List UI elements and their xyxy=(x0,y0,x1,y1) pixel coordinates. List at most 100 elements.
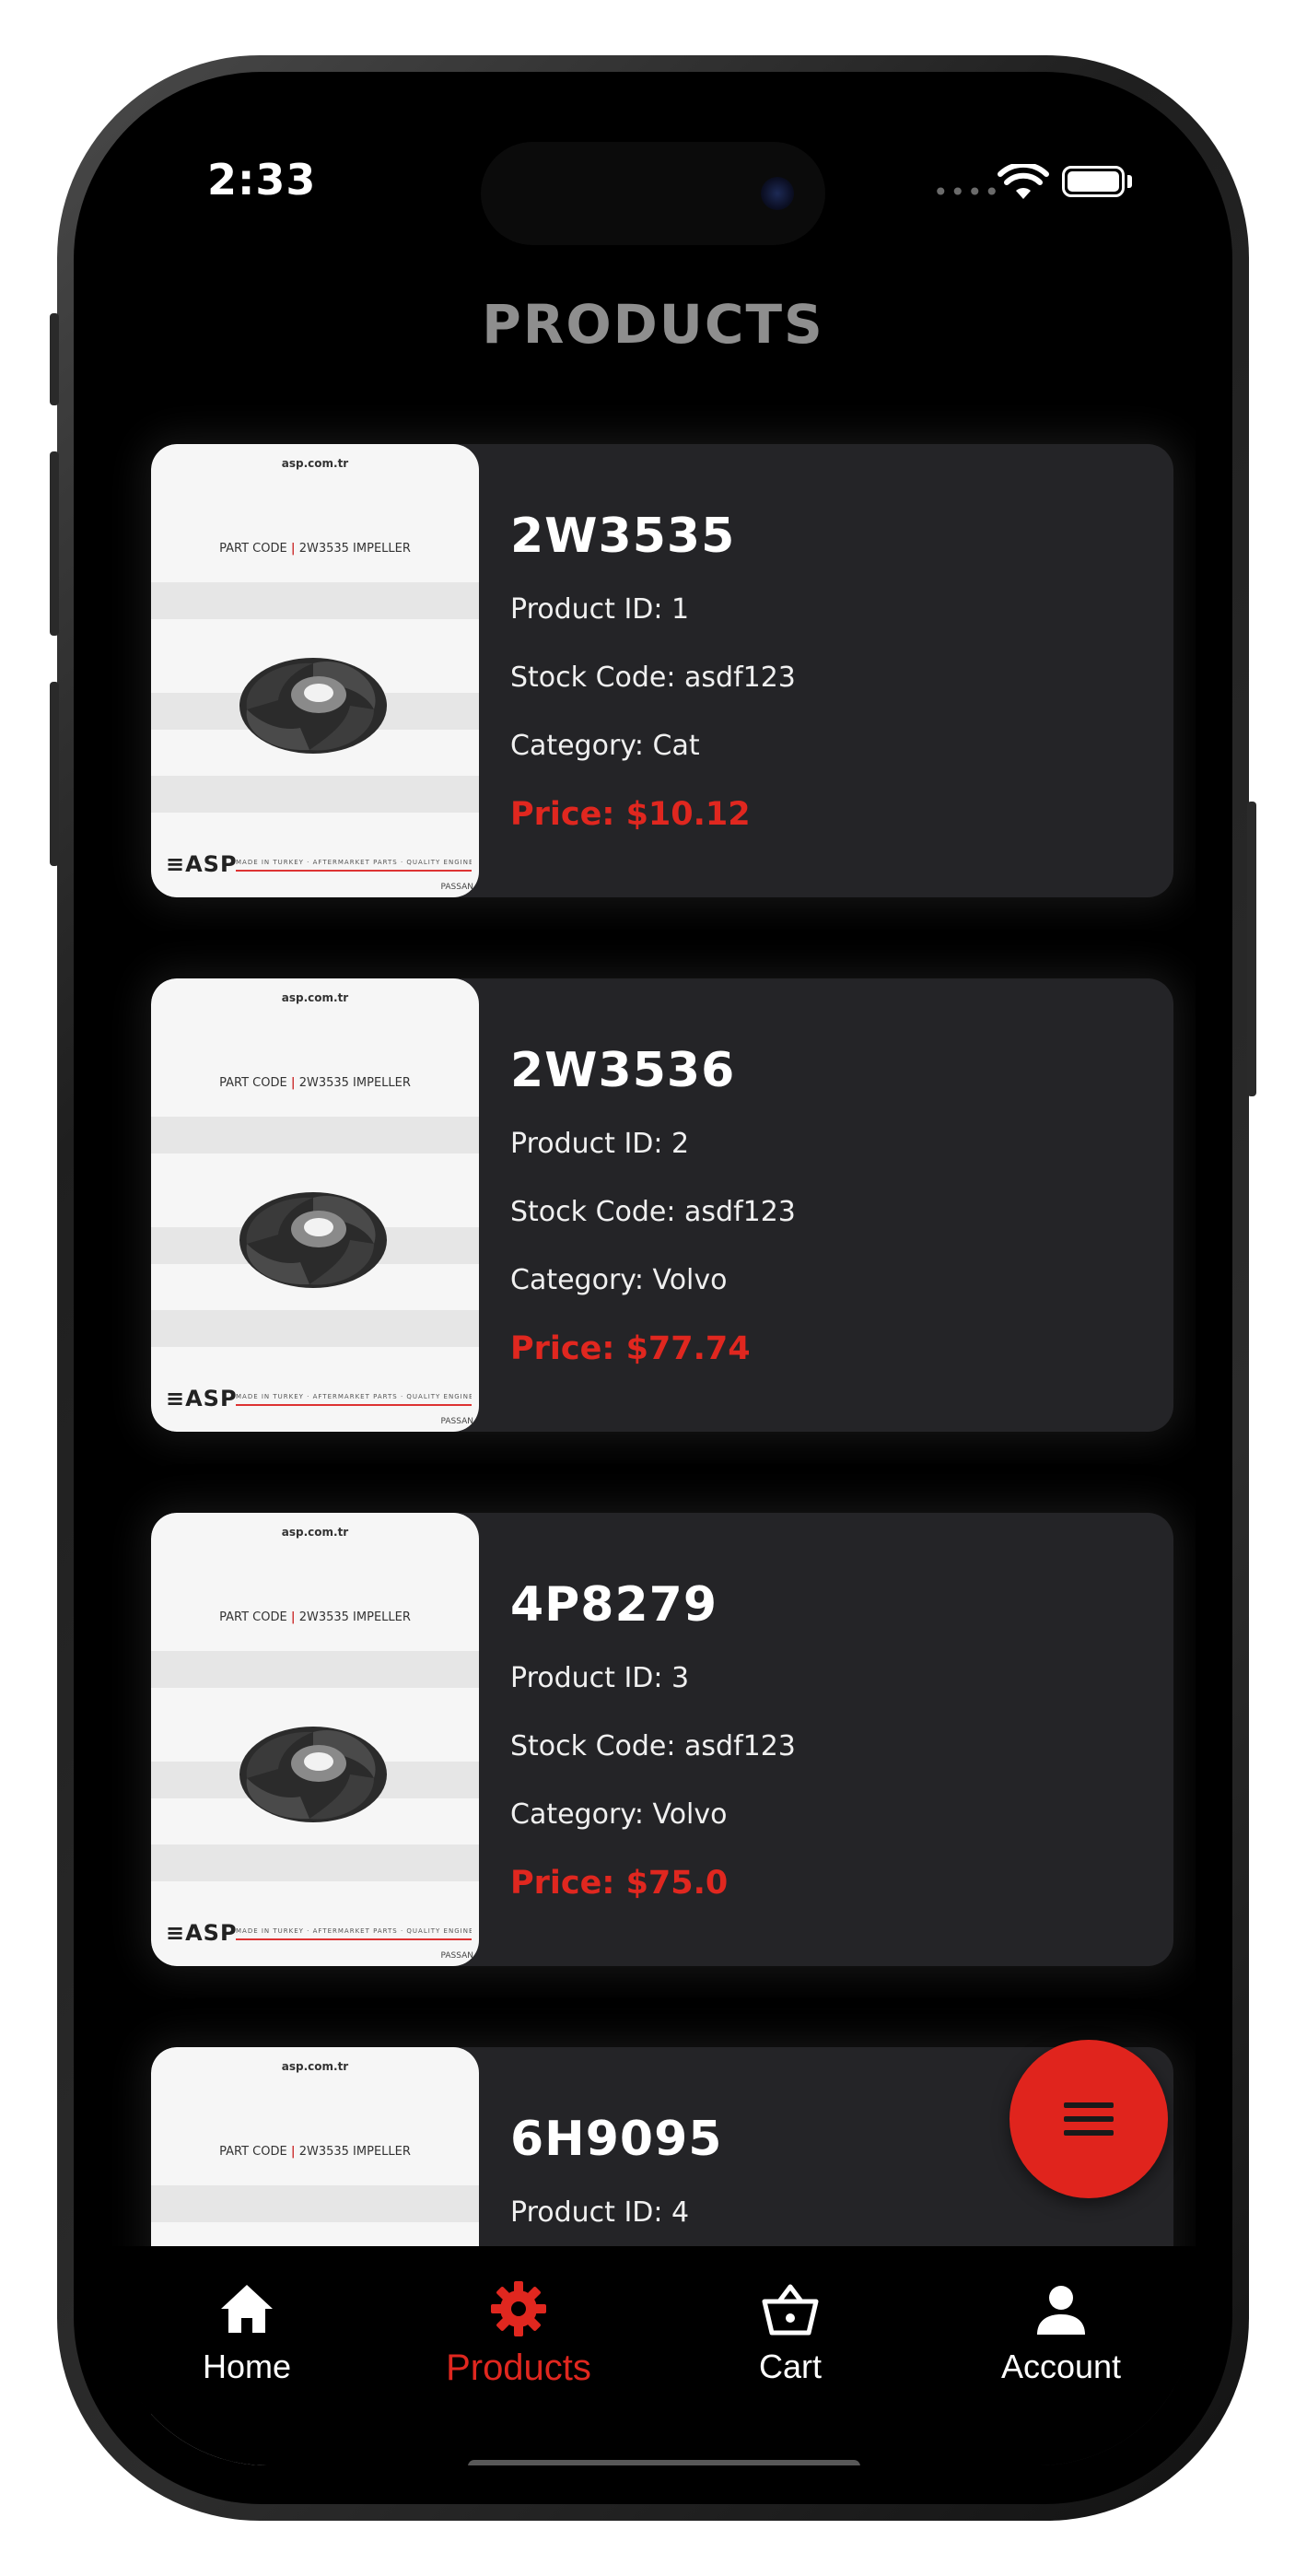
thumbnail-site-logo: asp.com.tr xyxy=(281,991,349,1004)
impeller-image xyxy=(239,1727,387,1822)
asp-logo-mark: ≡ xyxy=(166,851,186,877)
product-name: 2W3536 xyxy=(510,1043,736,1098)
app-screen: 2:33 •••• PRODUCTS asp.com.tr PART CODE … xyxy=(111,111,1196,2465)
menu-icon-bar xyxy=(1064,2102,1114,2108)
dynamic-island xyxy=(481,142,825,245)
product-card[interactable]: asp.com.tr PART CODE | 2W3535 IMPELLER ≡… xyxy=(151,1513,1173,1966)
wifi-icon xyxy=(998,164,1049,199)
menu-fab-button[interactable] xyxy=(1009,2040,1168,2198)
product-category: Category: Volvo xyxy=(510,1264,728,1296)
thumbnail-site-logo: asp.com.tr xyxy=(281,457,349,470)
tab-products-label: Products xyxy=(446,2348,591,2388)
thumbnail-footer-text: MADE IN TURKEY · AFTERMARKET PARTS · QUA… xyxy=(236,859,472,866)
gear-icon xyxy=(491,2281,546,2336)
product-list[interactable]: asp.com.tr PART CODE | 2W3535 IMPELLER ≡… xyxy=(151,444,1173,2465)
product-price: Price: $10.12 xyxy=(510,796,751,833)
asp-logo-text: ASP xyxy=(185,1920,238,1946)
tab-home-label: Home xyxy=(202,2348,292,2385)
product-id: Product ID: 1 xyxy=(510,593,690,626)
home-indicator[interactable] xyxy=(468,2460,860,2465)
product-name: 4P8279 xyxy=(510,1577,718,1633)
product-thumbnail: asp.com.tr PART CODE | 2W3535 IMPELLER ≡… xyxy=(151,978,479,1432)
thumbnail-footer-line xyxy=(236,1404,472,1406)
product-info: 2W3535 Product ID: 1 Stock Code: asdf123… xyxy=(510,509,1155,833)
tab-account-label: Account xyxy=(1000,2348,1122,2385)
thumbnail-maker: PASSAN xyxy=(440,1417,474,1426)
menu-icon-bar xyxy=(1064,2130,1114,2136)
product-category: Category: Cat xyxy=(510,730,700,762)
thumbnail-part-code: PART CODE | 2W3535 IMPELLER xyxy=(219,2145,411,2159)
thumbnail-part-code-value: 2W3535 IMPELLER xyxy=(298,2145,411,2159)
battery-tip xyxy=(1127,175,1132,188)
thumbnail-part-code: PART CODE | 2W3535 IMPELLER xyxy=(219,542,411,556)
thumbnail-band xyxy=(151,776,479,813)
product-price: Price: $77.74 xyxy=(510,1330,751,1367)
thumbnail-part-code: PART CODE | 2W3535 IMPELLER xyxy=(219,1610,411,1624)
tab-cart[interactable]: Cart xyxy=(671,2279,910,2386)
thumbnail-part-code-label: PART CODE xyxy=(219,2145,287,2159)
product-card[interactable]: asp.com.tr PART CODE | 2W3535 IMPELLER ≡… xyxy=(151,444,1173,897)
action-button xyxy=(50,313,59,405)
asp-logo-mark: ≡ xyxy=(166,1386,186,1411)
thumbnail-part-code-value: 2W3535 IMPELLER xyxy=(298,1610,411,1624)
tab-products[interactable]: Products xyxy=(399,2279,638,2389)
thumbnail-brand-logo: ≡ASP xyxy=(166,1920,238,1946)
thumbnail-maker: PASSAN xyxy=(440,1951,474,1961)
status-icons: •••• xyxy=(933,164,1145,207)
battery-icon xyxy=(1062,166,1125,197)
thumbnail-part-code-label: PART CODE xyxy=(219,1076,287,1090)
thumbnail-part-code-value: 2W3535 IMPELLER xyxy=(298,1076,411,1090)
thumbnail-footer-line xyxy=(236,1938,472,1940)
product-stock-code: Stock Code: asdf123 xyxy=(510,1196,796,1228)
asp-logo-mark: ≡ xyxy=(166,1920,186,1946)
person-icon xyxy=(1037,2286,1085,2335)
asp-logo-text: ASP xyxy=(185,851,238,877)
home-icon xyxy=(221,2285,273,2333)
product-info: 4P8279 Product ID: 3 Stock Code: asdf123… xyxy=(510,1577,1155,1902)
bottom-tab-bar: Home Products Cart Account xyxy=(111,2246,1196,2465)
volume-up-button xyxy=(50,451,59,636)
thumbnail-footer-line xyxy=(236,870,472,872)
product-stock-code: Stock Code: asdf123 xyxy=(510,1730,796,1762)
thumbnail-band xyxy=(151,582,479,619)
thumbnail-part-code-value: 2W3535 IMPELLER xyxy=(298,542,411,556)
thumbnail-band xyxy=(151,1117,479,1153)
thumbnail-footer-text: MADE IN TURKEY · AFTERMARKET PARTS · QUA… xyxy=(236,1927,472,1935)
thumbnail-site-logo: asp.com.tr xyxy=(281,2060,349,2073)
product-id: Product ID: 3 xyxy=(510,1662,690,1694)
thumbnail-band xyxy=(151,2185,479,2222)
basket-icon xyxy=(762,2284,819,2336)
status-time: 2:33 xyxy=(207,155,317,205)
thumbnail-brand-logo: ≡ASP xyxy=(166,1386,238,1411)
impeller-image xyxy=(239,658,387,754)
tab-cart-label: Cart xyxy=(758,2348,822,2385)
tab-home[interactable]: Home xyxy=(127,2279,367,2386)
impeller-image xyxy=(239,1192,387,1288)
product-info: 2W3536 Product ID: 2 Stock Code: asdf123… xyxy=(510,1043,1155,1367)
thumbnail-site-logo: asp.com.tr xyxy=(281,1526,349,1539)
volume-down-button xyxy=(50,682,59,866)
thumbnail-part-code: PART CODE | 2W3535 IMPELLER xyxy=(219,1076,411,1090)
thumbnail-band xyxy=(151,1651,479,1688)
thumbnail-footer-text: MADE IN TURKEY · AFTERMARKET PARTS · QUA… xyxy=(236,1393,472,1400)
cellular-signal-icon: •••• xyxy=(933,177,1002,207)
menu-icon-bar xyxy=(1064,2116,1114,2122)
product-thumbnail: asp.com.tr PART CODE | 2W3535 IMPELLER ≡… xyxy=(151,1513,479,1966)
front-camera xyxy=(761,177,794,210)
product-card[interactable]: asp.com.tr PART CODE | 2W3535 IMPELLER ≡… xyxy=(151,978,1173,1432)
page-title: PRODUCTS xyxy=(482,293,824,356)
product-name: 2W3535 xyxy=(510,509,736,564)
thumbnail-part-code-label: PART CODE xyxy=(219,1610,287,1624)
product-category: Category: Volvo xyxy=(510,1798,728,1831)
thumbnail-brand-logo: ≡ASP xyxy=(166,851,238,877)
product-stock-code: Stock Code: asdf123 xyxy=(510,662,796,694)
product-thumbnail: asp.com.tr PART CODE | 2W3535 IMPELLER ≡… xyxy=(151,444,479,897)
thumbnail-part-code-label: PART CODE xyxy=(219,542,287,556)
thumbnail-band xyxy=(151,1310,479,1347)
tab-account[interactable]: Account xyxy=(941,2279,1181,2386)
product-id: Product ID: 2 xyxy=(510,1128,690,1160)
power-button xyxy=(1247,802,1256,1096)
asp-logo-text: ASP xyxy=(185,1386,238,1411)
product-price: Price: $75.0 xyxy=(510,1865,729,1902)
thumbnail-maker: PASSAN xyxy=(440,883,474,892)
